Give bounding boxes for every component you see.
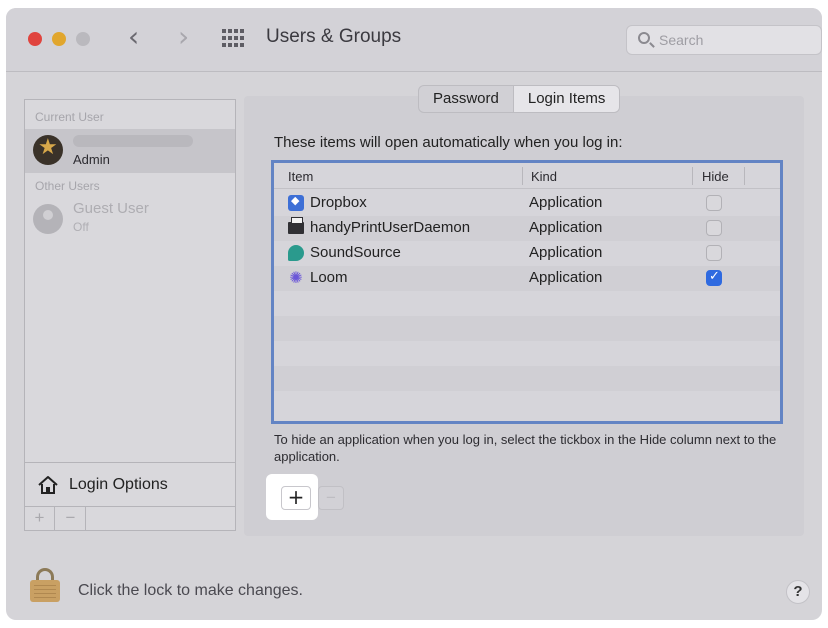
zoom-button[interactable] [76, 32, 90, 46]
user-row-guest[interactable]: Guest User Off [25, 198, 235, 242]
hide-checkbox-checked[interactable] [706, 269, 722, 286]
empty-row [274, 341, 780, 366]
user-row-admin[interactable]: Admin [25, 129, 235, 173]
title-bar: ‹ › Users & Groups [6, 8, 822, 72]
login-options-item[interactable]: Login Options [25, 462, 235, 506]
login-items-description: These items will open automatically when… [274, 134, 623, 151]
lock-icon[interactable] [30, 568, 60, 602]
show-all-grid-icon[interactable] [222, 29, 246, 47]
login-options-label: Login Options [69, 476, 168, 493]
column-kind[interactable]: Kind [531, 169, 557, 184]
item-name: SoundSource [310, 244, 401, 261]
table-row[interactable]: SoundSource Application [274, 241, 780, 266]
user-role: Admin [73, 152, 110, 167]
column-item[interactable]: Item [288, 169, 313, 184]
empty-row [274, 391, 780, 416]
redacted-username [73, 135, 193, 147]
user-add-remove-bar: + − [25, 506, 235, 530]
tab-login-items[interactable]: Login Items [512, 86, 620, 112]
hide-hint-text: To hide an application when you log in, … [274, 432, 777, 464]
item-kind: Application [529, 269, 603, 286]
lock-hint-text: Click the lock to make changes. [78, 582, 303, 599]
table-row[interactable]: ✺ Loom Application [274, 266, 780, 291]
table-header: Item Kind Hide [274, 163, 780, 189]
search-field[interactable] [626, 25, 822, 55]
item-kind: Application [529, 219, 603, 236]
window-title: Users & Groups [266, 26, 402, 47]
empty-row [274, 316, 780, 341]
add-login-item-button[interactable]: + [281, 486, 311, 510]
hide-checkbox[interactable] [706, 195, 722, 211]
dropbox-icon [288, 194, 304, 211]
remove-login-item-button[interactable]: − [318, 486, 344, 510]
login-items-table: Item Kind Hide Dropbox Application handy… [271, 160, 783, 424]
loom-icon: ✺ [289, 268, 303, 287]
add-user-button[interactable]: + [25, 507, 55, 530]
item-kind: Application [529, 194, 603, 211]
search-input[interactable] [659, 31, 809, 49]
item-name: Loom [310, 269, 348, 286]
column-hide[interactable]: Hide [702, 169, 729, 184]
item-kind: Application [529, 244, 603, 261]
house-icon [38, 476, 58, 494]
guest-avatar-icon [33, 204, 63, 234]
empty-row [274, 366, 780, 391]
user-avatar-icon [33, 135, 63, 165]
minimize-button[interactable] [52, 32, 66, 46]
guest-user-status: Off [73, 220, 89, 234]
item-name: handyPrintUserDaemon [310, 219, 471, 236]
close-button[interactable] [28, 32, 42, 46]
forward-arrow-icon[interactable]: › [178, 22, 189, 52]
other-users-header: Other Users [35, 179, 100, 193]
hide-checkbox[interactable] [706, 220, 722, 236]
tab-password[interactable]: Password [419, 86, 513, 112]
tab-bar: Password Login Items [418, 85, 621, 113]
back-arrow-icon[interactable]: ‹ [128, 22, 139, 52]
hide-checkbox[interactable] [706, 245, 722, 261]
soundsource-icon [288, 245, 304, 261]
table-row[interactable]: handyPrintUserDaemon Application [274, 216, 780, 241]
table-row[interactable]: Dropbox Application [274, 191, 780, 216]
guest-user-name: Guest User [73, 200, 149, 217]
users-list-panel: Current User Admin Other Users Guest Use… [24, 99, 236, 531]
item-name: Dropbox [310, 194, 367, 211]
remove-user-button[interactable]: − [56, 507, 86, 530]
printer-icon [288, 217, 304, 234]
help-button[interactable]: ? [786, 580, 810, 604]
empty-row [274, 291, 780, 316]
current-user-header: Current User [35, 110, 104, 124]
search-icon [638, 32, 650, 44]
